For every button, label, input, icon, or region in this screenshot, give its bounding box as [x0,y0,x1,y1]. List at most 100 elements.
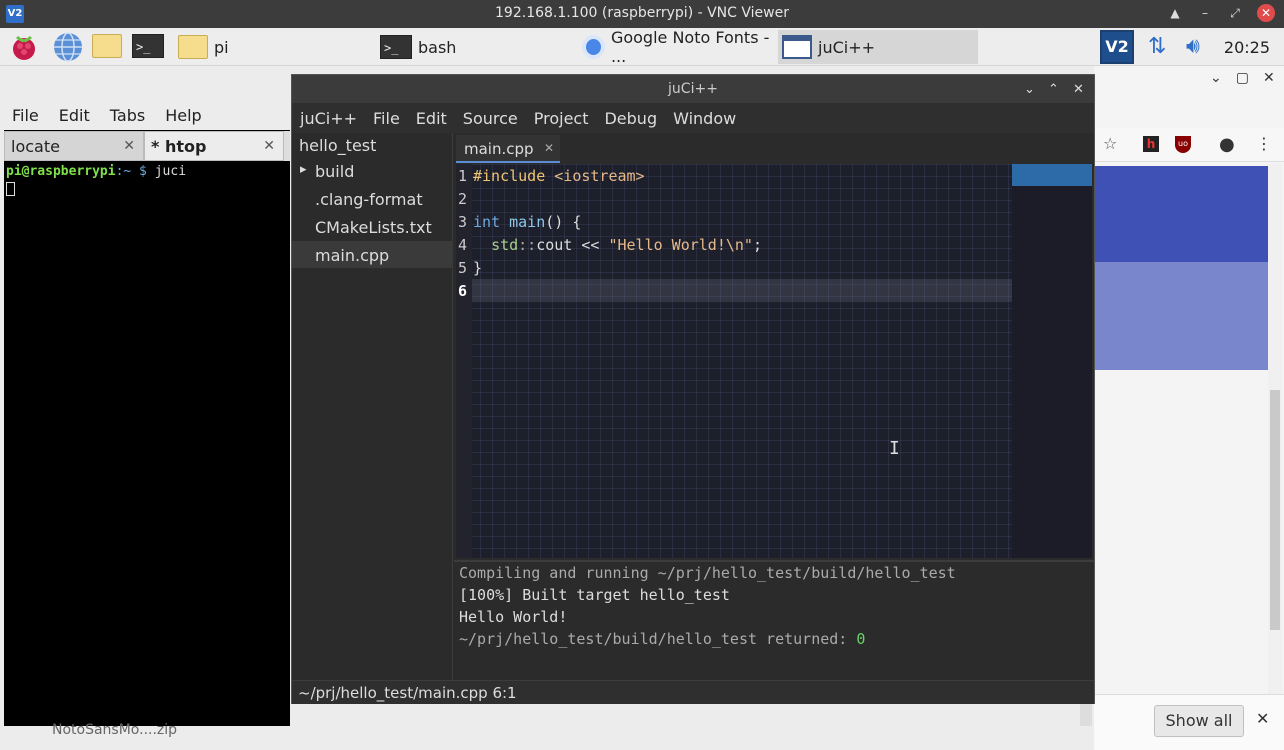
status-bar: ~/prj/hello_test/main.cpp 6:1 [292,680,1094,704]
browser-scrollbar-thumb[interactable] [1270,390,1280,630]
terminal-menu-tabs[interactable]: Tabs [110,106,145,125]
code-identifier: cout [536,236,573,254]
download-item-name[interactable]: NotoSansMo....zip [52,722,177,738]
juci-menu-app[interactable]: juCi++ [300,109,357,128]
terminal-tab-htop[interactable]: * htop ✕ [144,131,284,161]
code-semicolon: ; [752,236,762,254]
code-line-1[interactable]: #include <iostream> [473,167,645,185]
tree-item-clang-format[interactable]: .clang-format [315,190,423,209]
terminal-menu-edit[interactable]: Edit [59,106,90,125]
juci-menu-project[interactable]: Project [534,109,589,128]
tree-item-cmakelists[interactable]: CMakeLists.txt [315,218,432,237]
chevron-down-icon[interactable]: ⌄ [1210,70,1222,86]
terminal-titlebar [4,66,290,100]
line-number: 2 [458,190,468,208]
task-pi[interactable]: pi [174,30,374,64]
code-namespace: std [491,236,519,254]
vnc-maximize-button[interactable]: ⤢ [1226,4,1244,22]
close-icon[interactable]: ✕ [1263,70,1275,86]
editor-tab-main-cpp[interactable]: main.cpp ✕ [456,135,560,163]
terminal-launcher-icon[interactable]: >_ [132,34,164,58]
code-line-5[interactable]: } [473,259,482,277]
terminal-tabbar: locate ✕ * htop ✕ [4,131,290,161]
terminal-menu-file[interactable]: File [12,106,39,125]
ublock-shield-icon[interactable]: uo [1175,136,1191,153]
terminal-tab-locate[interactable]: locate ✕ [4,131,144,161]
code-include: #include [473,167,555,185]
expand-arrow-icon[interactable]: ▸ [300,162,307,177]
file-manager-icon[interactable] [92,34,122,58]
code-function: main [500,213,546,231]
juci-icon [782,35,812,59]
close-icon[interactable]: ✕ [1073,82,1084,97]
close-icon[interactable]: ✕ [544,141,554,155]
account-icon[interactable]: ● [1219,134,1235,155]
juci-menu-file[interactable]: File [373,109,400,128]
output-line: [100%] Built target hello_test [459,586,730,604]
project-tree [292,133,453,680]
line-number: 3 [458,213,468,231]
tree-root[interactable]: hello_test [299,136,376,155]
code-string: "Hello World!\n" [608,236,753,254]
code-line-3[interactable]: int main() { [473,213,581,231]
clock[interactable]: 20:25 [1224,38,1270,57]
vnc-server-tray-icon[interactable]: V2 [1100,30,1134,64]
task-pi-label: pi [214,37,229,57]
terminal-scrollbar[interactable] [1080,704,1092,726]
terminal-output[interactable]: pi@raspberrypi:~ $ juci [6,164,186,179]
vnc-minimize-button[interactable]: – [1196,4,1214,22]
terminal-icon: >_ [380,35,412,59]
prompt-path: :~ $ [115,164,155,179]
terminal-tab-label: locate [11,137,60,156]
maximize-icon[interactable]: ▢ [1236,70,1249,86]
code-minimap[interactable] [1012,164,1092,558]
vnc-title-bar: V2 192.168.1.100 (raspberrypi) - VNC Vie… [0,0,1284,28]
terminal-menu-help[interactable]: Help [165,106,201,125]
juci-window-title: juCi++ [668,81,718,97]
tree-item-main-cpp[interactable]: main.cpp [315,246,389,265]
menu-kebab-icon[interactable]: ⋮ [1256,134,1272,153]
volume-icon[interactable]: 🔊︎ [1186,34,1200,59]
text-cursor-icon: I [889,438,900,459]
show-all-downloads-button[interactable]: Show all [1154,705,1244,737]
vnc-scroll-up-icon[interactable]: ▲ [1166,4,1184,22]
tree-item-build[interactable]: build [315,162,354,181]
task-bash[interactable]: >_ bash [376,30,576,64]
output-return-text: ~/prj/hello_test/build/hello_test return… [459,630,857,648]
close-icon[interactable]: ✕ [1256,709,1269,728]
vnc-close-button[interactable]: ✕ [1257,4,1275,22]
maximize-chevron-icon[interactable]: ⌃ [1048,82,1059,97]
extension-h-icon[interactable]: h [1143,136,1159,152]
output-line: ~/prj/hello_test/build/hello_test return… [459,630,865,648]
browser-window-controls: ⌄ ▢ ✕ [1210,70,1275,86]
task-bash-label: bash [418,37,457,57]
code-punct: () { [545,213,582,231]
chromium-icon [582,35,605,59]
network-icon[interactable]: ⇅ [1148,34,1166,59]
editor-tab-label: main.cpp [464,140,534,158]
juci-menu-edit[interactable]: Edit [416,109,447,128]
juci-menu-source[interactable]: Source [463,109,518,128]
raspberry-menu-icon[interactable] [8,31,40,63]
code-line-4[interactable]: std::cout << "Hello World!\n"; [473,236,762,254]
vnc-window-title: 192.168.1.100 (raspberrypi) - VNC Viewer [495,5,789,21]
line-number: 5 [458,259,468,277]
output-return-code: 0 [856,630,866,648]
task-chromium[interactable]: Google Noto Fonts - ... [578,28,778,66]
current-line-highlight [472,279,1012,302]
chevron-down-icon[interactable]: ⌄ [1024,82,1035,97]
task-chromium-label: Google Noto Fonts - ... [610,28,770,66]
juci-titlebar: juCi++ ⌄ ⌃ ✕ [292,75,1094,103]
juci-menu-debug[interactable]: Debug [604,109,657,128]
line-number: 6 [458,282,468,300]
bookmark-star-icon[interactable]: ☆ [1103,134,1117,153]
code-scope: :: [518,236,537,254]
minimap-viewport[interactable] [1012,164,1092,186]
taskbar: >_ pi >_ bash Google Noto Fonts - ... ju… [0,28,1284,66]
close-icon[interactable]: ✕ [123,138,135,154]
close-icon[interactable]: ✕ [263,138,275,154]
web-browser-icon[interactable] [52,31,84,63]
juci-menu-window[interactable]: Window [673,109,736,128]
task-juci[interactable]: juCi++ [778,30,978,64]
